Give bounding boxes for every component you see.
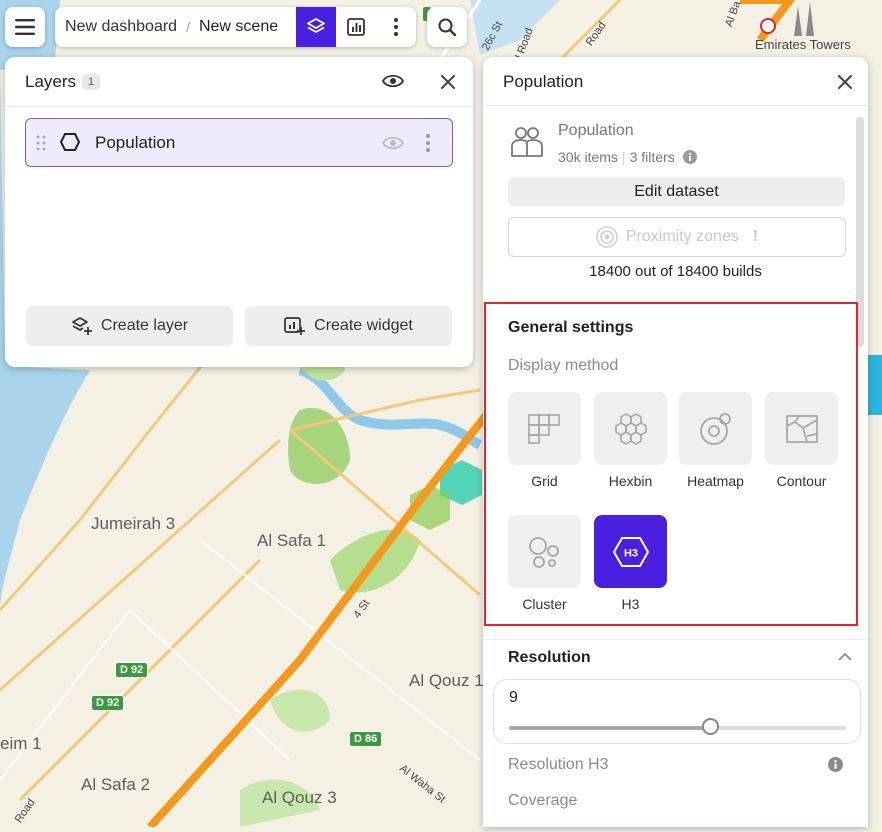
- layers-toggle-button[interactable]: [296, 7, 336, 47]
- menu-button[interactable]: [5, 7, 45, 47]
- add-layer-icon: [72, 317, 92, 335]
- proximity-zones-button[interactable]: Proximity zones !: [508, 217, 846, 257]
- dataset-meta: 30k items | 3 filters: [558, 149, 697, 165]
- chart-icon: [347, 18, 365, 36]
- create-layer-label: Create layer: [100, 317, 189, 334]
- more-vertical-icon: [394, 18, 398, 36]
- close-icon[interactable]: [441, 75, 455, 89]
- breadcrumb-separator: /: [186, 19, 190, 35]
- layers-title-wrap: Layers 1: [25, 72, 101, 92]
- map-label-al-safa-1: Al Safa 1: [257, 531, 326, 550]
- layer-more-icon[interactable]: [426, 134, 430, 152]
- map-label-al-safa-2: Al Safa 2: [81, 775, 150, 794]
- layer-settings-title: Population: [503, 72, 584, 91]
- resolution-h3-label: Resolution H3: [508, 756, 609, 773]
- create-widget-button[interactable]: Create widget: [245, 306, 452, 346]
- chevron-up-icon[interactable]: [838, 652, 852, 661]
- more-menu-button[interactable]: [376, 7, 416, 47]
- hamburger-icon: [15, 19, 35, 35]
- layer-item-label: Population: [95, 133, 176, 152]
- general-settings-highlight: [484, 302, 858, 626]
- dataset-filters: 3 filters: [629, 149, 675, 165]
- people-icon: [511, 127, 543, 157]
- resolution-value[interactable]: 9: [509, 689, 518, 707]
- dataset-name: Population: [558, 122, 634, 139]
- widgets-button[interactable]: [336, 7, 376, 47]
- add-widget-icon: [284, 317, 306, 335]
- layers-panel: Layers 1 Population Create layer Create …: [5, 57, 473, 367]
- tower-icon: [794, 2, 814, 36]
- layer-item-population[interactable]: Population: [25, 118, 453, 167]
- metro-station-icon: [760, 18, 776, 34]
- layers-icon: [307, 18, 325, 33]
- eye-icon[interactable]: [382, 74, 404, 88]
- section-divider: [483, 639, 868, 640]
- info-icon[interactable]: [682, 150, 697, 164]
- info-icon[interactable]: [828, 757, 843, 772]
- map-label-al-qouz-1: Al Qouz 1: [409, 671, 484, 690]
- layer-settings-header: Population: [483, 57, 868, 106]
- meta-divider: |: [621, 149, 626, 165]
- breadcrumb: New dashboard / New scene: [55, 18, 296, 36]
- map-label-emirates-towers: Emirates Towers: [755, 37, 851, 52]
- map-label-al-qouz-3: Al Qouz 3: [262, 788, 337, 807]
- route-shield-d92: D 92: [115, 662, 149, 678]
- map-label-jumeirah-3: Jumeirah 3: [91, 514, 176, 533]
- proximity-icon: [596, 226, 618, 248]
- warning-icon: !: [752, 228, 759, 245]
- proximity-label: Proximity zones: [625, 228, 739, 245]
- resolution-slider-track[interactable]: [509, 718, 846, 735]
- layer-visibility-icon[interactable]: [382, 136, 404, 150]
- layers-count-badge: 1: [82, 74, 101, 90]
- breadcrumb-scene[interactable]: New scene: [199, 18, 278, 36]
- map-label-partial: eim 1: [0, 734, 42, 753]
- breadcrumb-dashboard[interactable]: New dashboard: [65, 18, 177, 36]
- edit-dataset-button[interactable]: Edit dataset: [508, 177, 845, 206]
- drag-handle-icon[interactable]: [36, 135, 46, 151]
- resolution-control: 9: [493, 679, 861, 744]
- builds-count: 18400 out of 18400 builds: [589, 263, 762, 280]
- search-icon: [438, 18, 457, 37]
- coverage-label: Coverage: [508, 792, 578, 809]
- route-shield-d92-2: D 92: [91, 695, 125, 711]
- hexagon-icon: [60, 133, 80, 151]
- resolution-slider-fill: [509, 726, 712, 730]
- search-button[interactable]: [427, 7, 467, 47]
- topbar: New dashboard / New scene: [55, 7, 416, 47]
- resolution-slider-thumb[interactable]: [702, 718, 720, 735]
- create-layer-button[interactable]: Create layer: [26, 306, 233, 346]
- route-shield-d86: D 86: [349, 731, 383, 747]
- close-icon[interactable]: [838, 75, 852, 89]
- layers-panel-header: Layers 1: [5, 57, 473, 107]
- layers-title: Layers: [25, 72, 77, 91]
- dataset-items: 30k items: [558, 149, 618, 165]
- create-widget-label: Create widget: [314, 317, 413, 334]
- resolution-title: Resolution: [508, 649, 591, 666]
